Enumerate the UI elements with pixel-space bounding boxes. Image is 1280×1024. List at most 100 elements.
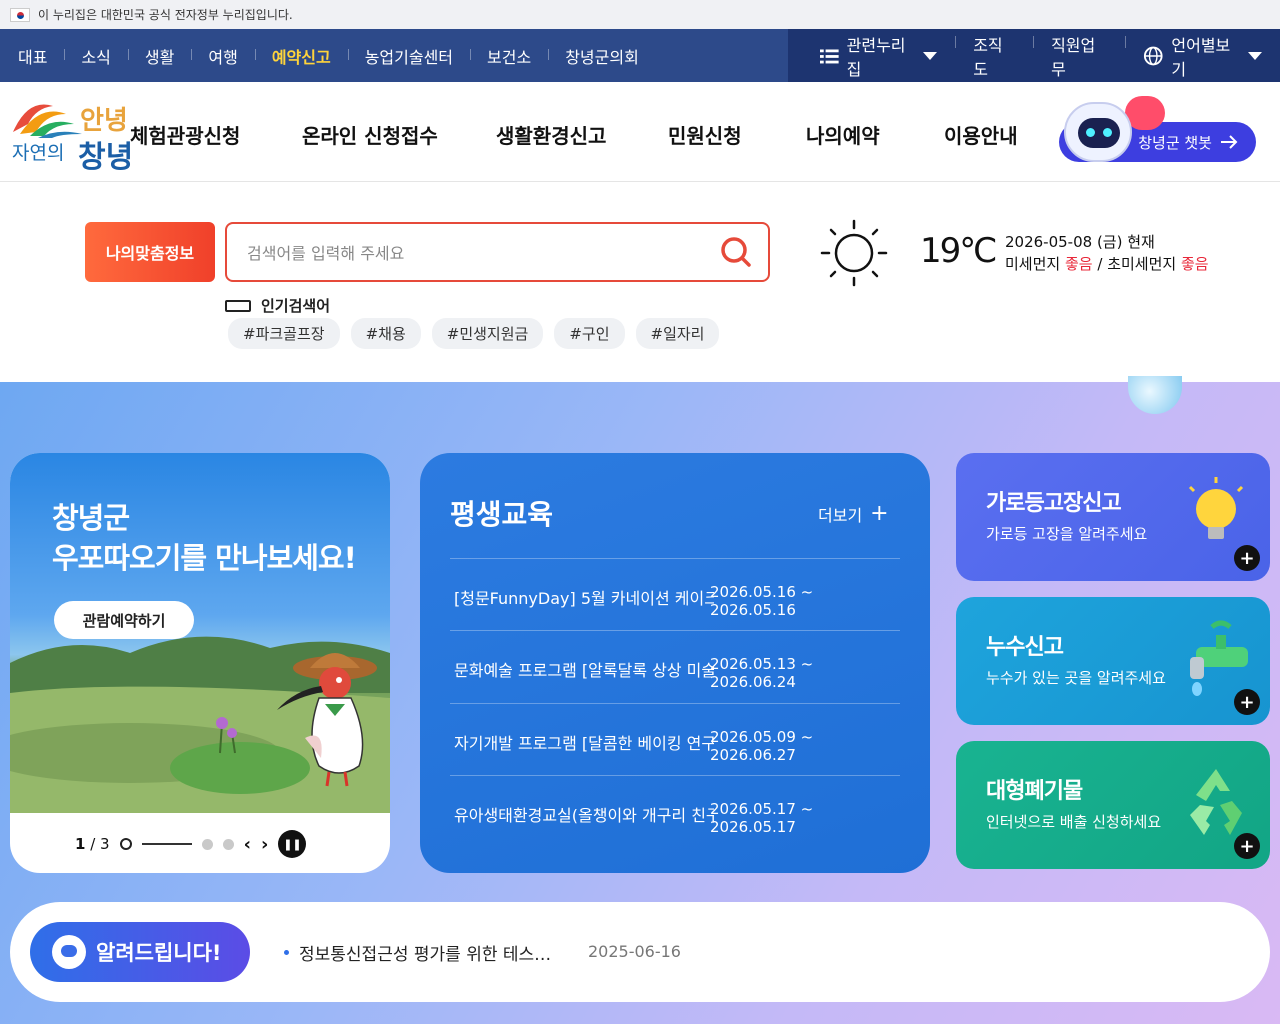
list-icon <box>820 48 839 63</box>
service-desc: 인터넷으로 배출 신청하세요 <box>986 813 1162 831</box>
top-nav-item-travel[interactable]: 여행 <box>191 44 254 68</box>
banner-title: 창녕군 우포따오기를 만나보세요! <box>52 498 357 578</box>
slide-progress-line <box>141 843 192 845</box>
leak-report-card[interactable]: 누수신고 누수가 있는 곳을 알려주세요 + <box>956 597 1270 725</box>
recycle-icon <box>1190 769 1242 835</box>
language-button[interactable]: 언어별보기 <box>1124 32 1280 80</box>
notice-bar: 알려드립니다! 정보통신접근성 평가를 위한 테스… 2025-06-16 <box>10 902 1270 1002</box>
main-nav-experience-tour[interactable]: 체험관광신청 <box>130 120 240 149</box>
education-item-date: 2026.05.17 ~ 2026.05.17 <box>710 800 814 836</box>
more-label: 더보기 <box>818 505 863 525</box>
staff-work-link[interactable]: 직원업무 <box>1033 32 1125 80</box>
notice-badge: 알려드립니다! <box>30 922 250 982</box>
related-sites-button[interactable]: 관련누리집 <box>802 32 955 80</box>
top-nav-item-agri-center[interactable]: 농업기술센터 <box>347 44 470 68</box>
plus-icon: + <box>1234 545 1260 571</box>
slide-current: 1 <box>75 835 86 853</box>
main-nav-online-application[interactable]: 온라인 신청접수 <box>302 120 438 149</box>
logo-mark-icon <box>13 104 82 138</box>
globe-icon <box>1143 46 1163 65</box>
main-nav-usage-guide[interactable]: 이용안내 <box>944 120 1018 149</box>
top-nav-item-reservation[interactable]: 예약신고 <box>254 44 348 68</box>
service-desc: 누수가 있는 곳을 알려주세요 <box>986 669 1166 687</box>
slide-indicator[interactable] <box>201 838 213 850</box>
list-item[interactable]: 유아생태환경교실(올챙이와 개구리 친구들) 2026.05.17 ~ 2026… <box>450 775 900 847</box>
list-item[interactable]: 문화예술 프로그램 [알록달록 상상 미술교실] 2026.05.13 ~ 20… <box>450 630 900 702</box>
gov-banner-text: 이 누리집은 대한민국 공식 전자정부 누리집입니다. <box>38 8 293 22</box>
logo-text-nature: 자연의 <box>12 142 65 164</box>
pause-icon[interactable]: ❚❚ <box>278 830 307 858</box>
korea-flag-icon <box>10 7 30 22</box>
logo-text-changnyeong: 창녕 <box>78 140 134 175</box>
top-nav-item-main[interactable]: 대표 <box>18 44 64 68</box>
weather-date: 2026-05-08 (금) 현재 <box>1005 233 1155 251</box>
search-icon[interactable] <box>720 236 752 268</box>
education-item-title: 자기개발 프로그램 [달콤한 베이킹 연구소] <box>454 734 714 753</box>
lightbulb-icon <box>1188 477 1244 539</box>
education-item-date: 2026.05.16 ~ 2026.05.16 <box>710 583 814 619</box>
org-chart-link[interactable]: 조직도 <box>955 32 1033 80</box>
top-nav-item-news[interactable]: 소식 <box>64 44 127 68</box>
main-nav-living-environment[interactable]: 생활환경신고 <box>496 120 606 149</box>
site-logo[interactable]: 안녕 자연의 창녕 <box>8 94 138 175</box>
site-header: 안녕 자연의 창녕 체험관광신청 온라인 신청접수 생활환경신고 민원신청 나의… <box>0 82 1280 182</box>
popular-search-label: 인기검색어 <box>261 297 331 315</box>
notice-item[interactable]: 정보통신접근성 평가를 위한 테스… <box>284 940 551 965</box>
next-slide-icon[interactable]: › <box>261 834 268 855</box>
plus-icon: + <box>1234 689 1260 715</box>
bulky-waste-card[interactable]: 대형폐기물 인터넷으로 배출 신청하세요 + <box>956 741 1270 869</box>
popular-tag[interactable]: #파크골프장 <box>228 318 340 349</box>
top-nav: 대표 소식 생활 여행 예약신고 농업기술센터 보건소 창녕군의회 관련누리집 … <box>0 29 1280 82</box>
education-item-title: 문화예술 프로그램 [알록달록 상상 미술교실] <box>454 661 714 680</box>
slide-indicator[interactable] <box>222 838 234 850</box>
service-title: 누수신고 <box>986 635 1064 660</box>
service-title: 대형폐기물 <box>986 779 1083 804</box>
fine-dust-value: 좋음 <box>1180 255 1209 273</box>
fine-dust-label: / 초미세먼지 <box>1097 255 1177 273</box>
keyboard-icon <box>225 299 251 312</box>
caret-down-icon <box>923 51 938 60</box>
popular-tags: #파크골프장 #채용 #민생지원금 #구인 #일자리 <box>228 318 720 349</box>
search-input[interactable] <box>247 240 697 266</box>
education-more-link[interactable]: 더보기 + <box>818 501 889 526</box>
education-title: 평생교육 <box>450 498 554 531</box>
main-nav-civil-petition[interactable]: 민원신청 <box>668 120 742 149</box>
chatbot-robot-icon <box>1064 102 1132 162</box>
view-reservation-button[interactable]: 관람예약하기 <box>54 601 194 639</box>
popular-tag[interactable]: #민생지원금 <box>431 318 544 349</box>
prev-slide-icon[interactable]: ‹ <box>244 834 251 855</box>
chatbot-label: 창녕군 챗봇 <box>1138 133 1212 152</box>
weather-widget: 19℃ 2026-05-08 (금) 현재 미세먼지 좋음 / 초미세먼지 좋음 <box>820 217 1240 287</box>
search-box <box>225 222 770 282</box>
education-item-date: 2026.05.13 ~ 2026.06.24 <box>710 655 814 691</box>
slide-counter: 1 / 3 <box>75 835 110 853</box>
hero-section: 창녕군 우포따오기를 만나보세요! 관람예약하기 1 / 3 ‹ › ❚❚ 평생… <box>0 376 1280 1024</box>
list-item[interactable]: [청문FunnyDay] 5월 카네이션 케이크 만들기 2026.05.16 … <box>450 558 900 630</box>
sunny-icon <box>820 219 888 287</box>
education-item-date: 2026.05.09 ~ 2026.06.27 <box>710 728 814 764</box>
list-item[interactable]: 자기개발 프로그램 [달콤한 베이킹 연구소] 2026.05.09 ~ 202… <box>450 703 900 775</box>
popular-search-title: 인기검색어 <box>225 295 330 316</box>
arrow-right-icon <box>1221 135 1238 149</box>
popular-tag[interactable]: #구인 <box>554 318 625 349</box>
caret-down-icon <box>1247 51 1262 60</box>
related-sites-label: 관련누리집 <box>846 35 906 79</box>
my-custom-info-button[interactable]: 나의맞춤정보 <box>85 222 215 282</box>
notice-date: 2025-06-16 <box>588 942 681 961</box>
top-nav-item-council[interactable]: 창녕군의회 <box>548 44 656 68</box>
dust-status: 미세먼지 좋음 / 초미세먼지 좋음 <box>1005 253 1209 274</box>
popular-tag[interactable]: #일자리 <box>635 318 720 349</box>
slide-total: 3 <box>100 835 110 853</box>
lifelong-education-panel: 평생교육 더보기 + [청문FunnyDay] 5월 카네이션 케이크 만들기 … <box>420 453 930 873</box>
education-item-title: 유아생태환경교실(올챙이와 개구리 친구들) <box>454 806 714 825</box>
slide-indicator-active[interactable] <box>119 838 132 850</box>
top-nav-item-health-center[interactable]: 보건소 <box>470 44 548 68</box>
slider-controls: 1 / 3 ‹ › ❚❚ <box>75 830 307 858</box>
streetlight-report-card[interactable]: 가로등고장신고 가로등 고장을 알려주세요 + <box>956 453 1270 581</box>
main-nav-my-reservation[interactable]: 나의예약 <box>806 120 880 149</box>
education-item-title: [청문FunnyDay] 5월 카네이션 케이크 만들기 <box>454 589 714 608</box>
banner-slider: 창녕군 우포따오기를 만나보세요! 관람예약하기 1 / 3 ‹ › ❚❚ <box>10 453 390 873</box>
top-nav-item-life[interactable]: 생활 <box>127 44 191 68</box>
plus-icon: + <box>870 501 889 526</box>
popular-tag[interactable]: #채용 <box>350 318 421 349</box>
